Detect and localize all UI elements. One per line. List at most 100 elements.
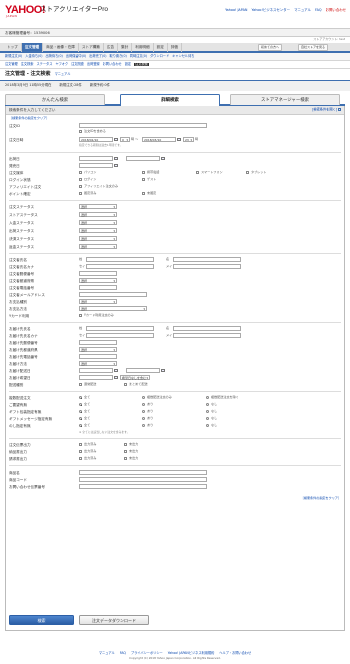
download-button[interactable]: 注文データダウンロード (79, 615, 149, 625)
subnav-item[interactable]: 出荷保留中(0) (66, 54, 86, 58)
orderer-tel-input[interactable] (79, 285, 117, 290)
nav-tab-order[interactable]: 注文管理 (21, 43, 44, 52)
shipto-zip-input[interactable] (79, 340, 117, 345)
nav-tab-top[interactable]: トップ (4, 43, 22, 52)
nav-tab-stats[interactable]: 集計 (118, 43, 133, 52)
ship-date-to[interactable] (126, 156, 160, 161)
subnav-item[interactable]: 同時注文(0) (130, 54, 147, 58)
view-store-button[interactable]: 自社ストアを見る (298, 44, 329, 51)
calendar-icon[interactable] (177, 138, 181, 141)
order-date-from-hour[interactable]: 0 (120, 137, 130, 143)
multi-ship-all-radio[interactable] (79, 396, 82, 399)
device-pc-checkbox[interactable] (79, 171, 82, 174)
request-yes-radio[interactable] (142, 403, 145, 406)
header-link-faq[interactable]: FAQ (315, 8, 322, 12)
subnav-item[interactable]: 取り置き(0) (110, 54, 127, 58)
nav-tab-store[interactable]: ストア構築 (79, 43, 104, 52)
settlement-status-select[interactable]: 選択 (79, 236, 117, 242)
tab-store-manager-search[interactable]: ストアマネージャー検索 (230, 94, 340, 105)
nav-tab-ads[interactable]: 広告 (104, 43, 119, 52)
order-status-select[interactable]: 選択 (79, 204, 117, 210)
search-button[interactable]: 検索 (9, 615, 74, 625)
order-date-to[interactable]: 2018/03/10 (142, 137, 176, 142)
points-unconfirmed-checkbox[interactable] (142, 192, 145, 195)
subnav2-item[interactable]: 注文検索 (21, 62, 34, 66)
header-link-business[interactable]: Yahoo!ビジネスセンター (252, 8, 290, 12)
clear-conditions-link-top[interactable]: ［検索条件の指定をクリア］ (9, 116, 49, 121)
clear-conditions-link-bottom[interactable]: ［検索条件の指定をクリア］ (301, 496, 341, 501)
tab-simple-search[interactable]: かんたん検索 (5, 94, 105, 105)
ship-date-from[interactable] (79, 156, 113, 161)
calendar-icon[interactable] (114, 164, 118, 167)
shipto-sei-input[interactable] (86, 326, 154, 331)
calendar-icon[interactable] (161, 157, 165, 160)
header-link-manual[interactable]: マニュアル (294, 8, 311, 12)
footer-link[interactable]: プライバシーポリシー (131, 651, 163, 655)
orderer-sei-input[interactable] (86, 257, 154, 262)
nav-tab-reviews[interactable]: 評価 (168, 43, 182, 52)
gift-message-yes-radio[interactable] (142, 417, 145, 420)
ship-method-select[interactable]: 選択 (79, 361, 117, 367)
subnav-item[interactable]: キャンセル待ち (172, 54, 194, 58)
orderer-email-input[interactable] (79, 292, 147, 297)
tracking-number-input[interactable] (79, 484, 207, 489)
product-code-input[interactable] (79, 477, 207, 482)
subnav2-item[interactable]: 注文管理 (5, 62, 18, 66)
header-link-contact[interactable]: お問い合わせ (326, 8, 346, 12)
tab-detail-search[interactable]: 詳細検索 (120, 94, 220, 106)
store-status-select[interactable]: 選択 (79, 212, 117, 218)
login-checkbox[interactable] (79, 178, 82, 181)
open-conditions-link[interactable]: [検索条件を開く] (312, 108, 341, 112)
refund-status-select[interactable]: 選択 (79, 244, 117, 250)
calendar-icon[interactable] (114, 157, 118, 160)
note-unprinted-checkbox[interactable] (124, 450, 127, 453)
gift-message-no-radio[interactable] (206, 417, 209, 420)
subnav2-item[interactable]: 設定 (125, 62, 131, 66)
invoice-printed-checkbox[interactable] (79, 457, 82, 460)
calendar-icon[interactable] (114, 138, 118, 141)
orderer-mei-input[interactable] (173, 257, 241, 262)
subnav-item[interactable]: 出荷完了(0) (89, 54, 106, 58)
manual-link[interactable]: マニュアル (55, 72, 71, 77)
product-name-input[interactable] (79, 470, 207, 475)
order-date-to-hour[interactable]: 23 (183, 137, 194, 143)
subnav-item[interactable]: 入金待ち(0) (25, 54, 42, 58)
calendar-icon[interactable] (114, 376, 118, 379)
shipto-sei-kana-input[interactable] (86, 333, 154, 338)
release-date-from[interactable] (79, 163, 113, 168)
payment-type-select[interactable]: 選択 (79, 299, 117, 305)
device-tablet-checkbox[interactable] (246, 171, 249, 174)
subnav-item[interactable]: 新規注文(0) (5, 54, 22, 58)
gift-wrap-no-radio[interactable] (206, 410, 209, 413)
noshi-yes-radio[interactable] (142, 424, 145, 427)
ship-delivery-to[interactable] (126, 368, 160, 373)
ship-type-bundle-checkbox[interactable] (124, 383, 127, 386)
header-link-yahoo[interactable]: Yahoo! JAPAN (225, 8, 247, 12)
subnav2-item[interactable]: お問い合わせ (103, 62, 122, 66)
points-confirmed-checkbox[interactable] (79, 192, 82, 195)
first-time-button[interactable]: 初めての方へ (258, 44, 283, 51)
subnav-item[interactable]: ダウンロード (150, 54, 169, 58)
ship-type-normal-checkbox[interactable] (79, 383, 82, 386)
orderer-sei-kana-input[interactable] (86, 264, 154, 269)
nav-tab-settings[interactable]: 設定 (154, 43, 168, 52)
device-mobile-checkbox[interactable] (142, 171, 145, 174)
hope-date-from[interactable] (79, 375, 113, 380)
affiliate-checkbox[interactable] (79, 185, 82, 188)
ycard-checkbox[interactable] (79, 314, 82, 317)
shipto-mei-input[interactable] (173, 326, 241, 331)
invoice-unprinted-checkbox[interactable] (124, 457, 127, 460)
orderer-pref-select[interactable]: 選択 (79, 278, 117, 284)
shipto-tel-input[interactable] (79, 354, 117, 359)
order-date-from[interactable]: 2018/02/10 (79, 137, 113, 142)
subnav2-item[interactable]: ヤフオク (55, 62, 68, 66)
orderer-mei-kana-input[interactable] (173, 264, 241, 269)
subnav2-item[interactable]: ステータス (37, 62, 53, 66)
order-id-checkbox[interactable] (79, 130, 82, 133)
shipto-pref-select[interactable]: 選択 (79, 347, 117, 353)
hope-date-select[interactable]: 希望日なしを含む (120, 375, 150, 381)
multi-ship-only-radio[interactable] (142, 396, 145, 399)
payment-method-select[interactable]: 選択 (79, 306, 147, 312)
subnav2-item[interactable]: 出荷登録 (87, 62, 100, 66)
gift-wrap-all-radio[interactable] (79, 410, 82, 413)
